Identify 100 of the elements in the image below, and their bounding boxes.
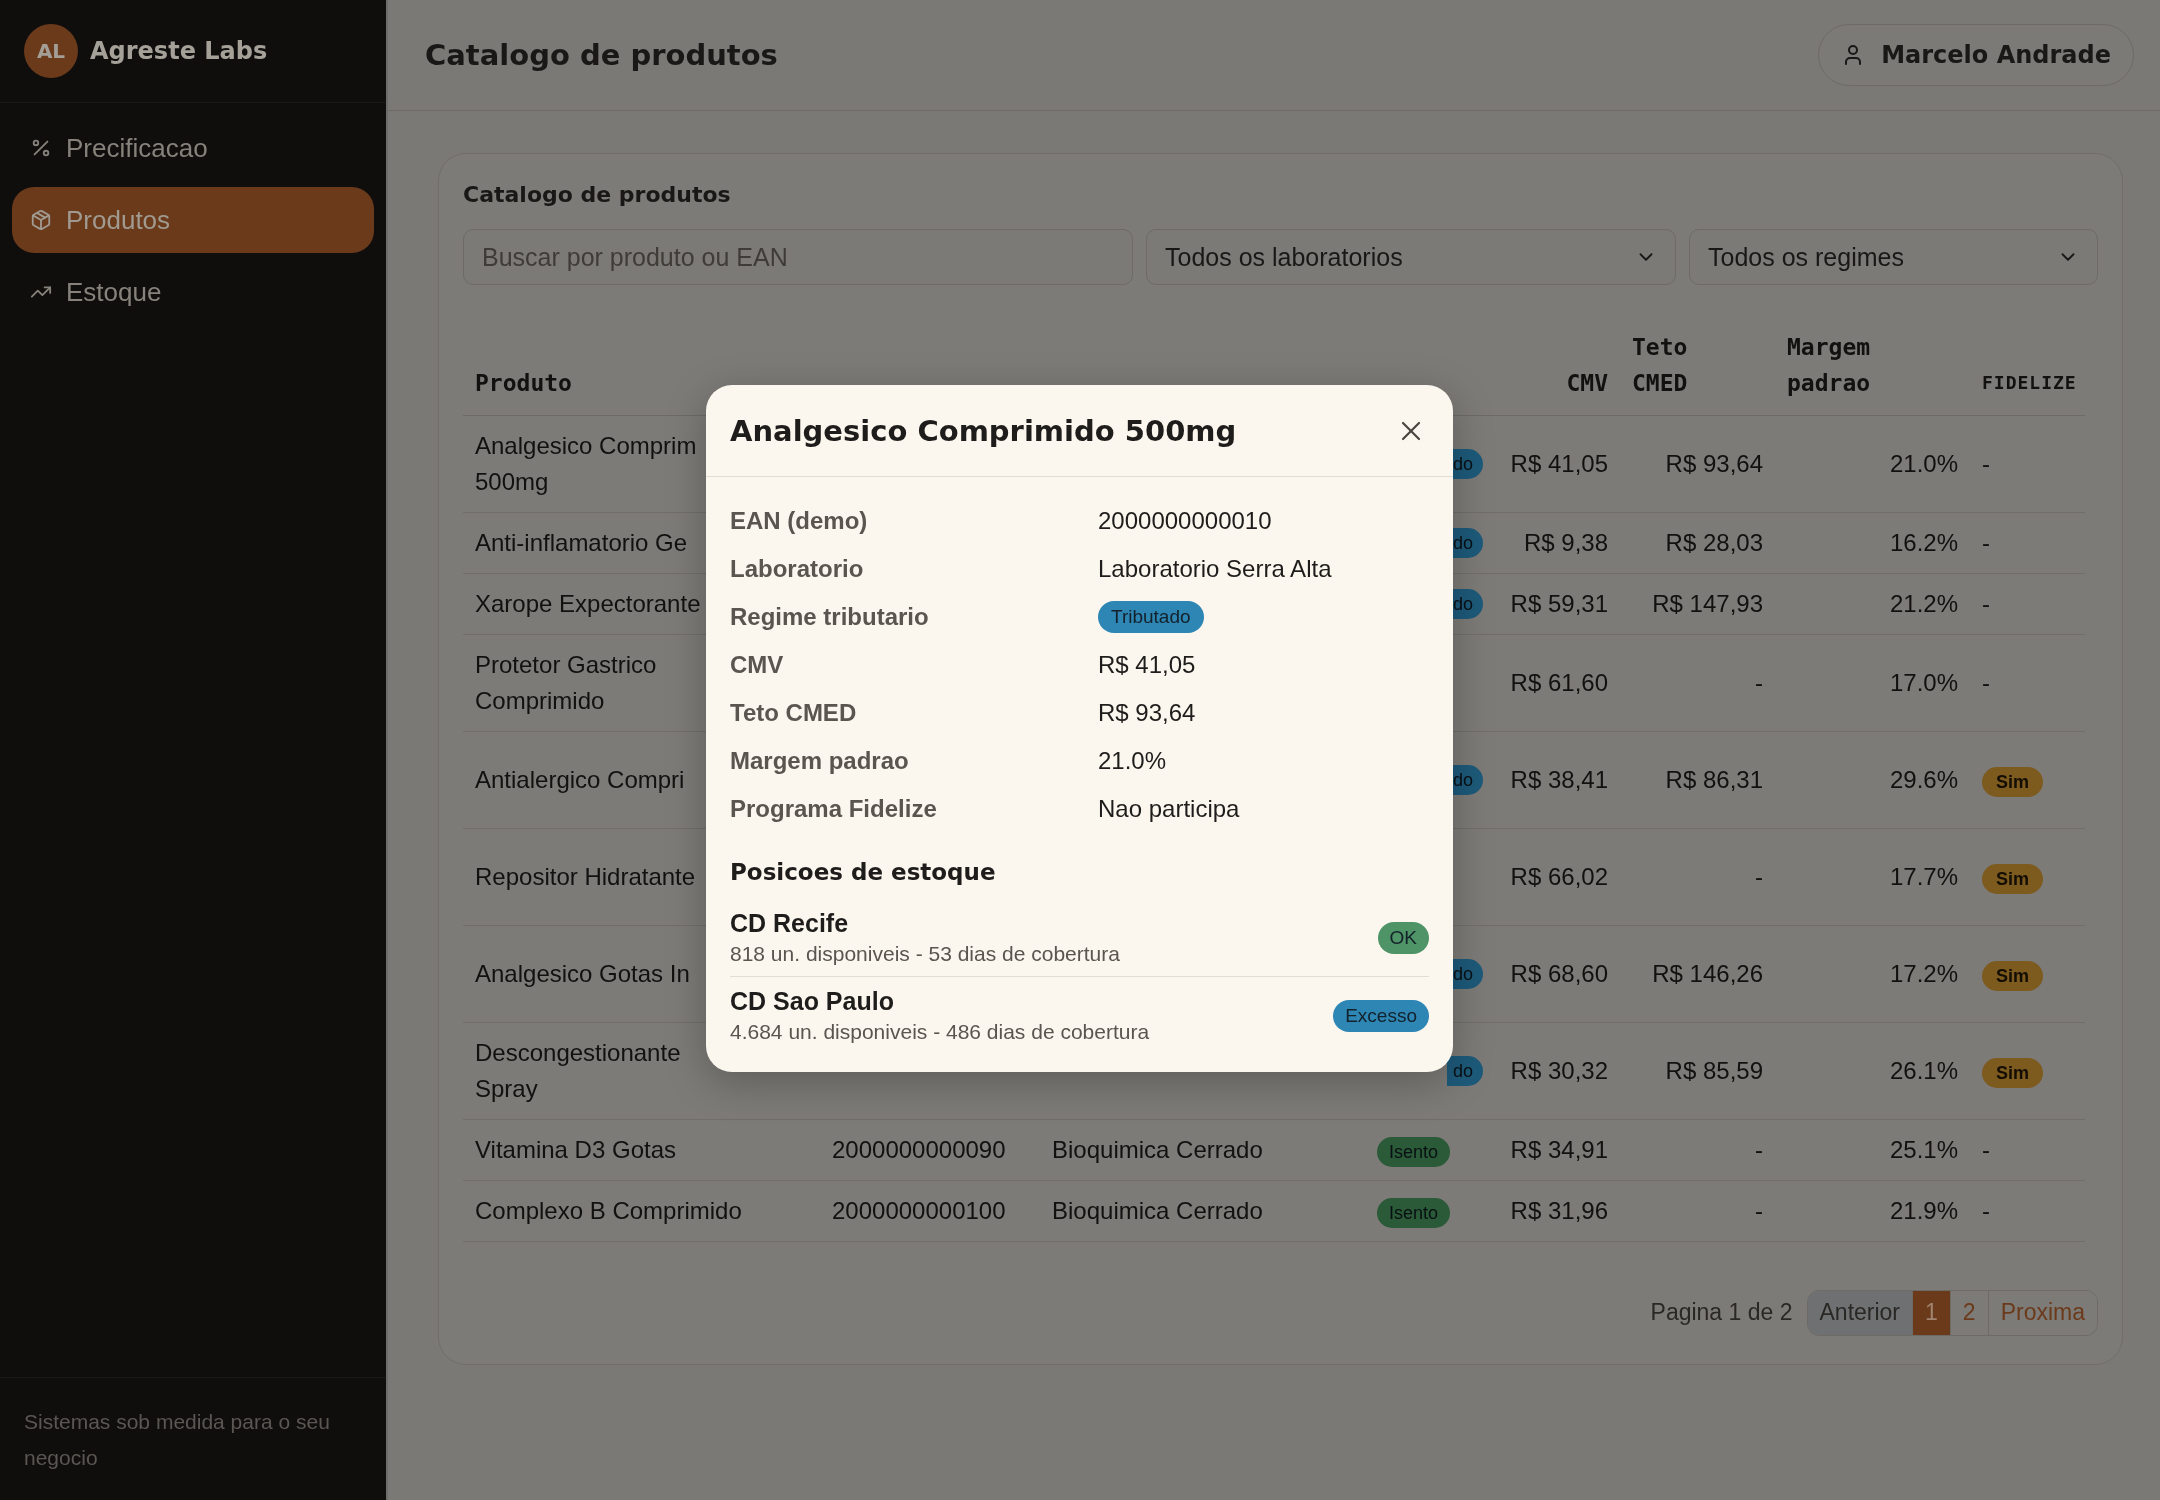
nav-item[interactable]: Precificacao — [12, 115, 374, 181]
nav-item[interactable]: Estoque — [12, 259, 374, 325]
margin-value: 16.2% — [1889, 527, 1958, 558]
cmv-value: R$ 61,60 — [1510, 667, 1608, 698]
cmv-value: R$ 38,41 — [1510, 764, 1608, 795]
stock-info: 818 un. disponiveis - 53 dias de cobertura — [730, 942, 1120, 966]
fidelize-value: - — [1982, 667, 1990, 698]
teto-value: - — [1755, 861, 1763, 892]
detail-label: EAN (demo) — [730, 507, 869, 535]
fidelize-value: - — [1982, 588, 1990, 619]
user-button[interactable]: Marcelo Andrade — [1818, 24, 2134, 86]
cmv-value: R$ 30,32 — [1510, 1055, 1608, 1086]
stock-info: 4.684 un. disponiveis - 486 dias de cobertura — [730, 1020, 1150, 1044]
page-button[interactable]: 1 — [1912, 1290, 1950, 1335]
cmv-value: R$ 68,60 — [1510, 958, 1608, 989]
next-button[interactable]: Proxima — [1987, 1290, 2097, 1335]
product-name: Analgesico Gotas In — [475, 958, 690, 989]
margin-value: 17.0% — [1889, 667, 1958, 698]
page-summary: Pagina 1 de 2 — [1650, 1299, 1793, 1326]
column-header: Margem padrao — [1787, 332, 1871, 398]
column-header: CMV — [1566, 368, 1608, 398]
detail-label: CMV — [730, 651, 785, 679]
stock-location: CD Sao Paulo — [730, 987, 895, 1016]
product-name: Anti-inflamatorio Ge — [475, 527, 688, 558]
fidelize-value: - — [1982, 448, 1990, 479]
brand-name: Agreste Labs — [90, 37, 268, 65]
section-title: Posicoes de estoque — [730, 859, 997, 885]
product-name: Protetor Gastrico Comprimido — [475, 649, 657, 716]
margin-value: 17.2% — [1889, 958, 1958, 989]
margin-value: 21.2% — [1889, 588, 1958, 619]
ean-code: 2000000000090 — [832, 1134, 1006, 1165]
cmv-value: R$ 41,05 — [1510, 448, 1608, 479]
nav-item[interactable]: Produtos — [12, 187, 374, 253]
search-field[interactable]: Buscar por produto ou EAN — [463, 229, 1133, 285]
detail-label: Margem padrao — [730, 747, 910, 775]
fidelize-badge: Sim — [1982, 960, 2043, 991]
teto-value: - — [1755, 667, 1763, 698]
margin-value: 29.6% — [1889, 764, 1958, 795]
teto-value: R$ 93,64 — [1665, 448, 1763, 479]
box-icon — [30, 209, 52, 231]
detail-value: R$ 41,05 — [1098, 651, 1197, 679]
teto-value: R$ 147,93 — [1652, 588, 1763, 619]
sidebar-tagline: Sistemas sob medida para o seu negocio — [24, 1409, 331, 1471]
status-badge: Excesso — [1333, 999, 1429, 1032]
detail-value: Nao participa — [1098, 795, 1241, 823]
filter-select[interactable]: Todos os regimes — [1689, 229, 2098, 285]
fidelize-value: - — [1982, 527, 1990, 558]
product-name: Descongestionante Spray — [475, 1037, 681, 1104]
lab-name: Bioquimica Cerrado — [1052, 1195, 1263, 1226]
detail-label: Regime tributario — [730, 603, 930, 631]
margin-value: 21.0% — [1889, 448, 1958, 479]
lab-name: Bioquimica Cerrado — [1052, 1134, 1263, 1165]
regime-badge: Tributado — [1098, 601, 1204, 633]
teto-value: R$ 28,03 — [1665, 527, 1763, 558]
teto-value: - — [1755, 1134, 1763, 1165]
dialog-title: Analgesico Comprimido 500mg — [730, 413, 1237, 448]
margin-value: 17.7% — [1889, 861, 1958, 892]
cmv-value: R$ 34,91 — [1510, 1134, 1608, 1165]
brand-avatar: AL — [24, 24, 78, 78]
fidelize-value: - — [1982, 1195, 1990, 1226]
page-title: Catalogo de produtos — [425, 38, 778, 72]
filter-select[interactable]: Todos os laboratorios — [1146, 229, 1676, 285]
product-name: Repositor Hidratante — [475, 861, 696, 892]
product-name: Xarope Expectorante — [475, 588, 701, 619]
margin-value: 26.1% — [1889, 1055, 1958, 1086]
detail-label: Programa Fidelize — [730, 795, 938, 823]
detail-value: 21.0% — [1098, 747, 1168, 775]
teto-value: R$ 146,26 — [1652, 958, 1763, 989]
fidelize-value: - — [1982, 1134, 1990, 1165]
teto-value: - — [1755, 1195, 1763, 1226]
detail-value: Laboratorio Serra Alta — [1098, 555, 1333, 583]
regime-badge: Isento — [1377, 1136, 1451, 1167]
fidelize-badge: Sim — [1982, 863, 2043, 894]
stock-location: CD Recife — [730, 909, 850, 938]
column-header: FIDELIZE — [1982, 370, 2077, 395]
detail-value: 2000000000010 — [1098, 507, 1273, 535]
product-name: Antialergico Compri — [475, 764, 685, 795]
column-header: Teto CMED — [1632, 332, 1688, 398]
percent-icon — [30, 137, 52, 159]
detail-label: Laboratorio — [730, 555, 865, 583]
detail-label: Teto CMED — [730, 699, 858, 727]
status-badge: OK — [1377, 921, 1429, 954]
product-name: Analgesico Comprim 500mg — [475, 430, 697, 497]
cmv-value: R$ 59,31 — [1510, 588, 1608, 619]
product-name: Vitamina D3 Gotas — [475, 1134, 676, 1165]
teto-value: R$ 85,59 — [1665, 1055, 1763, 1086]
product-name: Complexo B Comprimido — [475, 1195, 742, 1226]
regime-badge: Isento — [1377, 1197, 1451, 1228]
fidelize-badge: Sim — [1982, 1057, 2043, 1088]
margin-value: 21.9% — [1889, 1195, 1958, 1226]
teto-value: R$ 86,31 — [1665, 764, 1763, 795]
cmv-value: R$ 9,38 — [1523, 527, 1608, 558]
detail-value: R$ 93,64 — [1098, 699, 1197, 727]
column-header: Produto — [475, 368, 572, 398]
card-title: Catalogo de produtos — [463, 182, 732, 207]
fidelize-badge: Sim — [1982, 766, 2043, 797]
margin-value: 25.1% — [1889, 1134, 1958, 1165]
cmv-value: R$ 31,96 — [1510, 1195, 1608, 1226]
cmv-value: R$ 66,02 — [1510, 861, 1608, 892]
ean-code: 2000000000100 — [832, 1195, 1006, 1226]
